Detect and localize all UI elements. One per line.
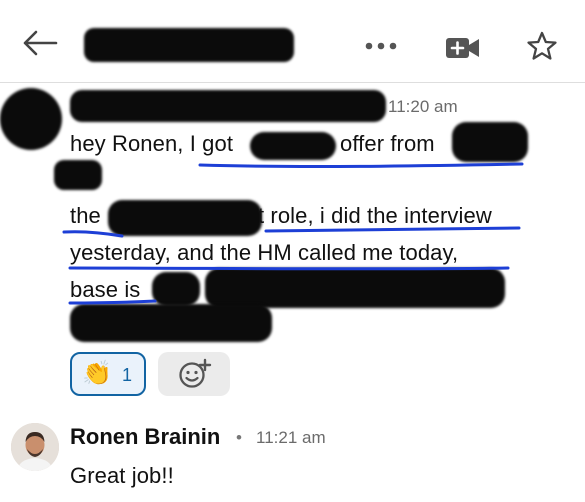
message-text-line-4: base is	[70, 277, 141, 302]
redacted-text-3	[70, 304, 272, 342]
person-photo-icon	[11, 423, 59, 471]
redacted-channel-title	[84, 28, 294, 62]
redacted-company-2	[452, 122, 528, 162]
message-text-line-1b: offer from	[340, 131, 435, 156]
clapping-hands-icon: 👏	[82, 360, 112, 387]
redacted-role	[108, 200, 262, 236]
message-text-line-2a: the	[70, 203, 101, 228]
redacted-avatar	[0, 88, 62, 150]
message-text-line-2b: t role, i did the interview	[258, 203, 492, 228]
author-name[interactable]: Ronen Brainin	[70, 424, 220, 450]
ellipsis-icon[interactable]	[365, 42, 397, 50]
reaction-count: 1	[122, 365, 133, 385]
video-plus-icon[interactable]	[445, 36, 481, 60]
top-bar	[0, 0, 585, 83]
redacted-author-name	[70, 90, 386, 122]
message-timestamp: 11:20 am	[388, 97, 458, 116]
arrow-left-icon[interactable]	[22, 30, 58, 56]
star-icon[interactable]	[526, 30, 558, 62]
avatar[interactable]	[11, 423, 59, 471]
message-text-line-3: yesterday, and the HM called me today,	[70, 240, 459, 265]
message-timestamp-2: 11:21 am	[256, 428, 326, 447]
redacted-amount	[152, 272, 200, 306]
add-reaction-button[interactable]	[158, 352, 230, 396]
reaction-clap-button[interactable]: 👏 1	[70, 352, 146, 396]
add-reaction-icon	[179, 358, 212, 388]
redacted-text	[54, 160, 102, 190]
redacted-company	[250, 132, 336, 160]
redacted-text-2	[205, 268, 505, 308]
message-text-line-1a: hey Ronen, I got	[70, 131, 234, 156]
message-text-2: Great job!!	[70, 463, 174, 488]
separator-dot: •	[236, 428, 242, 447]
